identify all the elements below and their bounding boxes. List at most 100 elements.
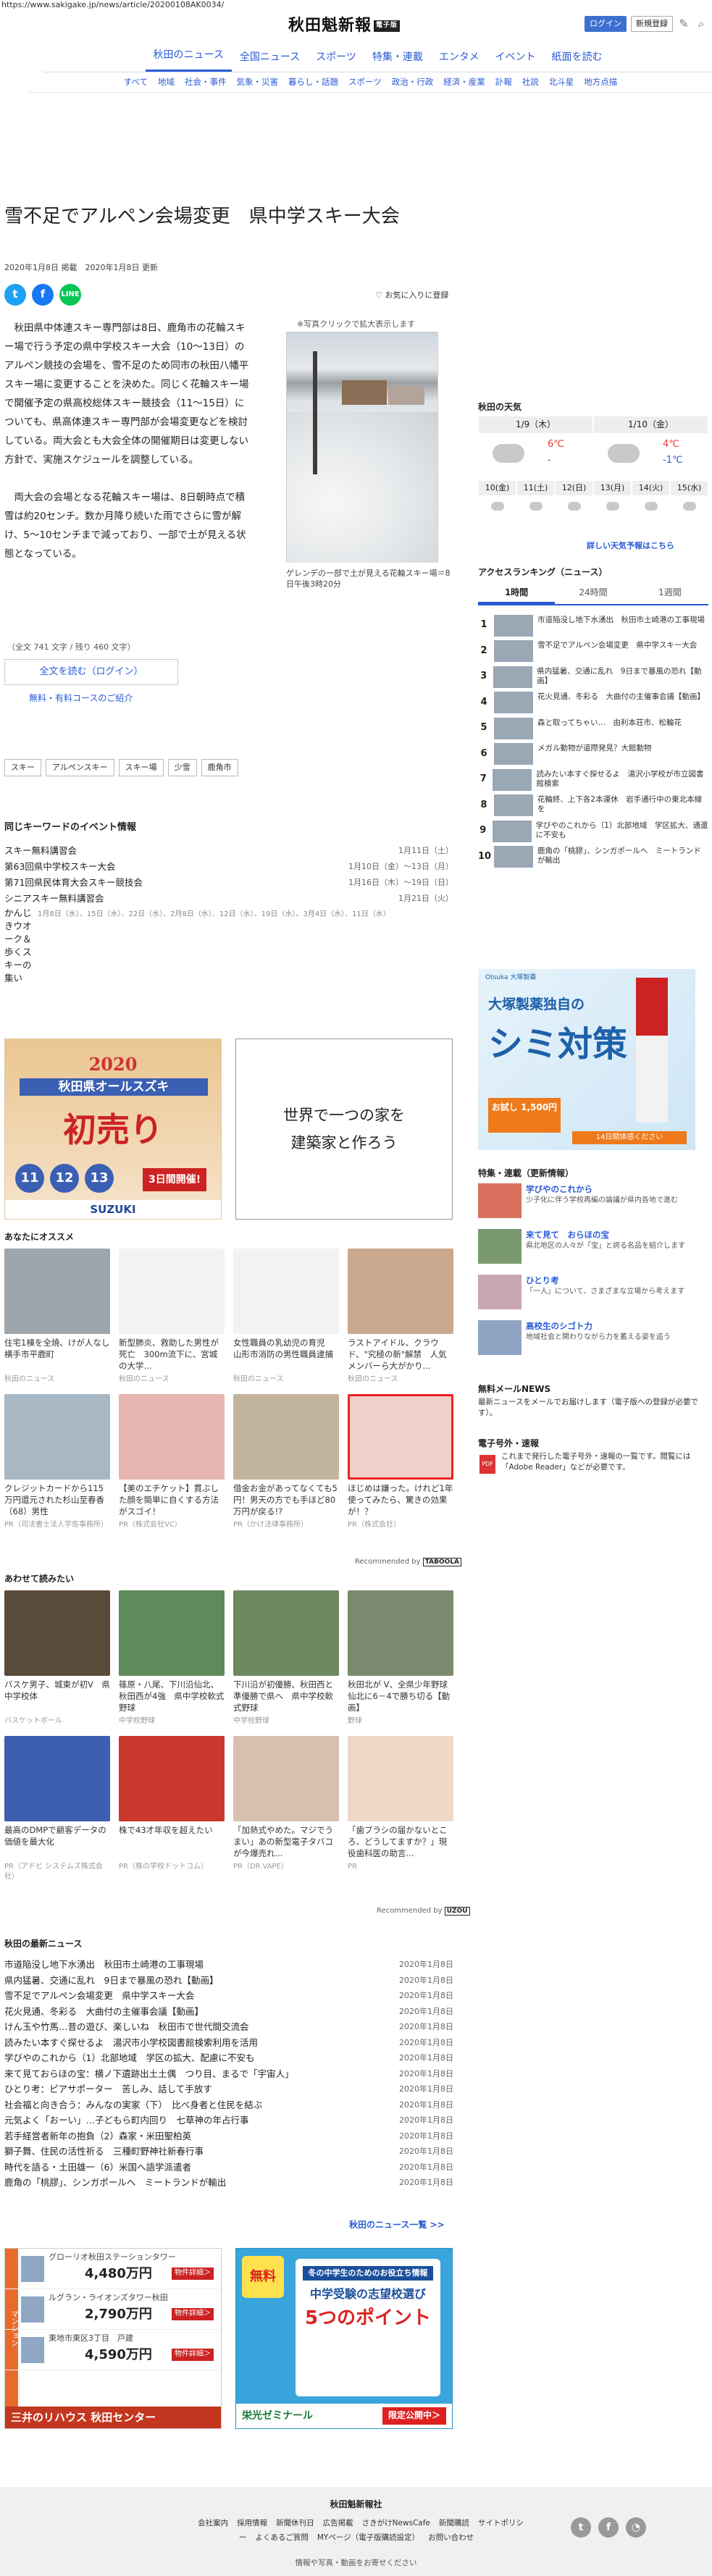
news-card[interactable]: クレジットカードから115万円還元された杉山至春香（68）男性 PR（司法書士法人… [4, 1393, 110, 1531]
ranking-item[interactable]: 10 鹿角の「桃膠」、シンガポールへ ミートランドが輸出 [478, 844, 708, 870]
nav-akita-news[interactable]: 秋田のニュース [145, 48, 232, 72]
extra-edition[interactable]: 電子号外・速報 PDF これまで発行した電子号外・速報の一覧です。閲覧には「Ad… [478, 1438, 708, 1474]
subnav-item[interactable]: 社説 [517, 76, 544, 88]
event-row[interactable]: スキー無料講習会 1月11日（土） [4, 843, 453, 859]
event-row[interactable]: 第71回県民体育大会スキー競技会 1月16日（木）～19日（日） [4, 875, 453, 891]
search-icon[interactable]: ⌕ [695, 17, 708, 30]
subnav-item[interactable]: すべて [119, 76, 153, 88]
feature-item[interactable]: 来て見て おらほの宝 県北地区の人々が「宝」と誇る名品を紹介します [478, 1229, 708, 1268]
ranking-item[interactable]: 6 メガル動物が道際発見？大館動物 [478, 742, 708, 768]
ranking-item[interactable]: 5 森と取ってちゃい… 由利本荘市、松輪花 [478, 716, 708, 742]
footer-link[interactable]: お問い合わせ [428, 2533, 474, 2542]
subnav-item[interactable]: 暮らし・話題 [283, 76, 343, 88]
subnav-item[interactable]: 政治・行政 [387, 76, 439, 88]
subnav-item[interactable]: 訃報 [490, 76, 517, 88]
footer-link[interactable]: 新聞休刊日 [276, 2519, 314, 2527]
feature-item[interactable]: 学びやのこれから 少子化に伴う学校再編の論議が県内各地で進む [478, 1183, 708, 1222]
footer-link[interactable]: よくあるご質問 [255, 2533, 309, 2542]
register-button[interactable]: 新規登録 [631, 16, 673, 32]
news-card[interactable]: 住宅1棟を全焼、けが人なし 横手市平鹿町 秋田のニュース [4, 1249, 110, 1385]
ranking-item[interactable]: 1 市道陥没し地下水湧出 秋田市土崎港の工事現場 [478, 613, 708, 639]
news-row[interactable]: 来て見ておらほの宝：横ノ下遺跡出土土偶 つり目、まるで「宇宙人」 2020年1月8… [4, 2066, 453, 2082]
ranking-item[interactable]: 9 学びやのこれから（1）北部地域 学区拡大、通還に不安も [478, 818, 708, 844]
subnav-item[interactable]: 地域 [153, 76, 180, 88]
news-row[interactable]: 鹿角の「桃膠」、シンガポールへ ミートランドが輸出 2020年1月8日 [4, 2175, 453, 2191]
twitter-icon[interactable]: t [571, 2517, 591, 2538]
news-card[interactable]: 借金お金があってなくても5円！男天の方でも手ほど80万円が戻る!? PR（かけ法律… [233, 1393, 339, 1531]
mail-news[interactable]: 無料メールNEWS 最新ニュースをメールでお届けします（電子版への登録が必要です… [478, 1383, 708, 1419]
read-full-button[interactable]: 全文を読む（ログイン） [4, 659, 178, 685]
subnav-item[interactable]: 北斗星 [544, 76, 579, 88]
news-row[interactable]: 若手経営者新年の抱負（2）森家・米田聖柏英 2020年1月8日 [4, 2128, 453, 2144]
footer-link[interactable]: 採用情報 [237, 2519, 267, 2527]
clip-icon[interactable]: ✎ [677, 17, 690, 30]
otsuka-ad[interactable]: Otsuka 大塚製薬 大塚製薬独自の シミ対策 お試し 1,500円 14日間… [478, 969, 695, 1150]
news-card[interactable]: 最高のDMPで顧客データの価値を最大化 PR（アドビ システムズ株式会社） [4, 1735, 110, 1883]
tag[interactable]: 鹿角市 [201, 759, 238, 776]
tab-1week[interactable]: 1週間 [632, 584, 708, 604]
news-row[interactable]: 県内猛暑、交通に乱れ 9日まで暴風の恐れ【動画】 2020年1月8日 [4, 1973, 453, 1989]
news-card[interactable]: 下川沿が初優勝、秋田西と準優勝で県へ 県中学校軟式野球 中学校野球 [233, 1590, 339, 1727]
ranking-item[interactable]: 8 花輪終、上下各2本運休 岩手通行中の東北本線を [478, 793, 708, 819]
tag[interactable]: アルペンスキー [46, 759, 114, 776]
weather-more-link[interactable]: 詳しい天気予報はこちら [587, 540, 674, 552]
ranking-item[interactable]: 7 読みたい本すぐ探せるよ 湯沢小学校が市立図書館検索 [478, 767, 708, 793]
news-row[interactable]: 社会福と向き合う：みんなの実家（下） 比べ身者と住民を結ぶ 2020年1月8日 [4, 2097, 453, 2113]
footer-link[interactable]: 会社案内 [198, 2519, 228, 2527]
facebook-icon[interactable]: f [32, 284, 54, 306]
architect-ad[interactable]: 世界で一つの家を 建築家と作ろう [235, 1039, 453, 1220]
rss-icon[interactable]: ◔ [626, 2517, 646, 2538]
nav-entertainment[interactable]: エンタメ [431, 50, 487, 72]
news-row[interactable]: ひとり考：ピアサポーター 苦しみ、話して手放す 2020年1月8日 [4, 2081, 453, 2097]
news-card[interactable]: 新型肺炎、救助した男性が死亡 300m流下に、宮城の大学... 秋田のニュース [119, 1249, 225, 1385]
nav-features[interactable]: 特集・連載 [364, 50, 431, 72]
feature-item[interactable]: 高校生のシゴト力 地域社会と関わりながら力を蓄える姿を追う [478, 1320, 708, 1359]
event-row[interactable]: シニアスキー無料講習会 1月21日（火） [4, 891, 453, 907]
news-row[interactable]: 雪不足でアルペン会場変更 県中学スキー大会 2020年1月8日 [4, 1988, 453, 2004]
news-row[interactable]: 時代を語る・土田雄一（6）米国へ語学派遣者 2020年1月8日 [4, 2160, 453, 2176]
news-card[interactable]: バスケ男子、城東が初V 県中学校体 バスケットボール [4, 1590, 110, 1727]
news-card[interactable]: 「加熱式やめた。マジでうまい」あの新型電子タバコが今爆売れ... PR（DR.VA… [233, 1735, 339, 1883]
rehouse-ad[interactable]: マンション グローリオ秋田ステーションタワー 4,480万円 物件詳細＞ ルグラン・… [4, 2248, 222, 2429]
nav-sports[interactable]: スポーツ [308, 50, 364, 72]
tab-1hour[interactable]: 1時間 [478, 584, 555, 605]
news-card[interactable]: 篠原・八尾、下川沿仙北、秋田西が4強 県中学校軟式野球 中学校野球 [119, 1590, 225, 1727]
event-row[interactable]: かんじきウオーク＆歩くスキーの集い 1月8日（水）、15日（水）、22日（水）、2… [4, 907, 453, 985]
subnav-item[interactable]: スポーツ [343, 76, 387, 88]
login-button[interactable]: ログイン [585, 16, 627, 32]
news-row[interactable]: 獅子舞、住民の活性祈る 三種町野神社新春行事 2020年1月8日 [4, 2144, 453, 2160]
news-card[interactable]: ラストアイドル、クラウド、"究極の新"解禁 人気メンバーら大がかり... 秋田のニ… [348, 1249, 453, 1385]
line-icon[interactable]: LINE [59, 284, 81, 306]
tag[interactable]: スキー場 [118, 759, 164, 776]
favorite-button[interactable]: ♡ お気に入りに登録 [375, 290, 448, 301]
subnav-item[interactable]: 経済・産業 [438, 76, 490, 88]
news-card[interactable]: ほじめは嫌った。けれど1年使ってみたら、驚きの効果が！？ PR（株式会社） [348, 1393, 453, 1531]
suzuki-ad[interactable]: 2020 秋田県オールスズキ 初売り 11 12 13 3日間開催! SUZUK… [4, 1039, 222, 1220]
news-row[interactable]: 花火見通、冬彩る 大曲付の主催事会議【動画】 2020年1月8日 [4, 2004, 453, 2020]
subnav-item[interactable]: 社会・事件 [180, 76, 232, 88]
nav-paper[interactable]: 紙面を読む [543, 50, 610, 72]
subnav-item[interactable]: 気象・災害 [231, 76, 283, 88]
ranking-item[interactable]: 4 花火見通、冬彩る 大曲付の主催事会議【動画】 [478, 690, 708, 716]
tab-24hours[interactable]: 24時間 [555, 584, 632, 604]
footer-link[interactable]: 広告掲載 [323, 2519, 353, 2527]
news-row[interactable]: 読みたい本すぐ探せるよ 湯沢市小学校図書館検索利用を活用 2020年1月8日 [4, 2035, 453, 2051]
event-row[interactable]: 第63回県中学校スキー大会 1月10日（金）～13日（月） [4, 859, 453, 875]
footer-link[interactable]: 新聞購読 [439, 2519, 469, 2527]
subnav-item[interactable]: 地方点描 [579, 76, 622, 88]
news-card[interactable]: 秋田北が V、全県少年野球 仙北に6－4で勝ち切る【動画】 野球 [348, 1590, 453, 1727]
article-photo[interactable] [286, 332, 438, 563]
news-row[interactable]: 元気よく「おーい」…子どもら町内回り 七草神の年占行事 2020年1月8日 [4, 2113, 453, 2128]
footer-link[interactable]: MYページ（電子版購読設定） [317, 2533, 419, 2542]
site-logo[interactable]: 秋田魁新報 電子版 [288, 14, 401, 38]
news-row[interactable]: けん玉や竹馬…昔の遊び、楽しいね 秋田市で世代間交流会 2020年1月8日 [4, 2019, 453, 2035]
tag[interactable]: 少雪 [167, 759, 197, 776]
nav-events[interactable]: イベント [487, 50, 543, 72]
more-news-link[interactable]: 秋田のニュース一覧 >> [349, 2219, 445, 2231]
twitter-icon[interactable]: t [4, 284, 26, 306]
tag[interactable]: スキー [4, 759, 41, 776]
nav-national-news[interactable]: 全国ニュース [232, 50, 308, 72]
footer-link[interactable]: さきがけNewsCafe [362, 2519, 430, 2527]
news-card[interactable]: 女性職員の乳幼児の育児 山形市消防の男性職員逮捕 秋田のニュース [233, 1249, 339, 1385]
ranking-item[interactable]: 2 雪不足でアルペン会場変更 県中学スキー大会 [478, 639, 708, 665]
